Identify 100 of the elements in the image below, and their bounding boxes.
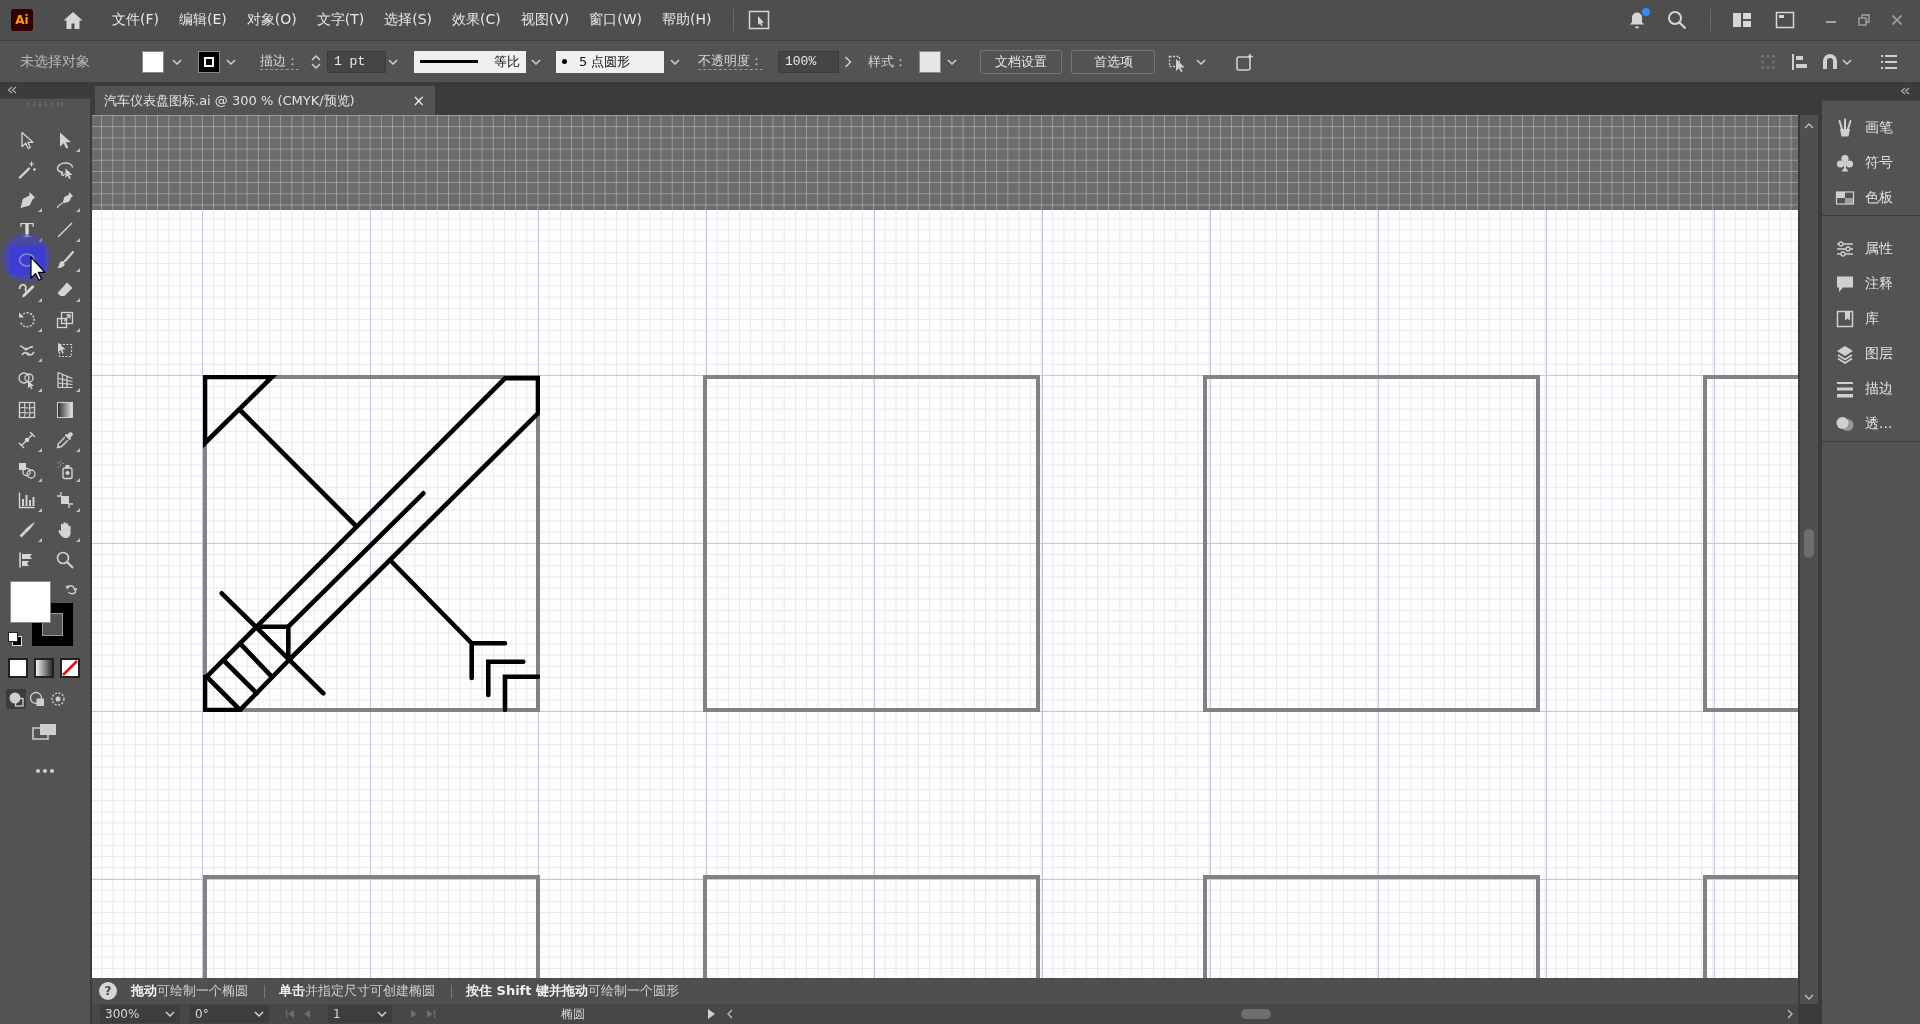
- magic-wand-icon: [17, 160, 37, 180]
- menu-item[interactable]: 文件(F): [102, 6, 169, 34]
- recolor-icon[interactable]: [1235, 51, 1255, 72]
- eyedropper-icon: [55, 430, 75, 450]
- align-left-icon[interactable]: [1790, 51, 1810, 72]
- menu-item[interactable]: 文字(T): [306, 6, 375, 34]
- selection-status: 未选择对象: [20, 52, 90, 71]
- stroke-line-icon: [420, 60, 478, 63]
- draw-normal-button[interactable]: [6, 689, 26, 709]
- rotation-field[interactable]: 0°: [190, 1005, 269, 1023]
- zoom-icon: [55, 550, 75, 570]
- collapse-arrows-icon[interactable]: [7, 86, 17, 94]
- scale-icon: [55, 310, 75, 330]
- spinner-arrows-icon[interactable]: [310, 52, 322, 71]
- scroll-up-icon[interactable]: [1804, 123, 1814, 129]
- artboard-icon: [55, 490, 75, 510]
- caret-icon[interactable]: [172, 58, 182, 65]
- search-icon[interactable]: [1667, 10, 1687, 30]
- menu-item[interactable]: 对象(O): [236, 6, 307, 34]
- panel-layout-icon[interactable]: [1775, 10, 1795, 30]
- panel-button[interactable]: 属性: [1822, 231, 1920, 266]
- column-graph-icon: [17, 490, 37, 510]
- panel-button[interactable]: 图层: [1822, 336, 1920, 371]
- caret-icon[interactable]: [165, 1011, 175, 1017]
- menu-item[interactable]: 选择(S): [374, 6, 442, 34]
- panel-button[interactable]: 描边: [1822, 371, 1920, 406]
- draw-behind-button[interactable]: [27, 689, 47, 709]
- chevron-right-icon[interactable]: [844, 55, 852, 68]
- none-swatch-icon[interactable]: [60, 658, 80, 678]
- menu-item[interactable]: 窗口(W): [579, 6, 652, 34]
- panel-button[interactable]: 库: [1822, 301, 1920, 336]
- gradient-icon: [55, 400, 75, 420]
- shape-builder-icon: [17, 370, 37, 390]
- width-handle-icon: [17, 430, 37, 450]
- solid-color-icon[interactable]: [8, 658, 28, 678]
- opacity-field[interactable]: 100%: [778, 50, 839, 73]
- vertical-scrollbar[interactable]: [1800, 115, 1818, 1004]
- artboard-field[interactable]: 1: [328, 1005, 392, 1023]
- paintbrush-icon: [55, 250, 75, 270]
- panel-button[interactable]: 色板: [1822, 180, 1920, 215]
- zoom-field[interactable]: 300%: [100, 1005, 180, 1023]
- panel-button[interactable]: 画笔: [1822, 110, 1920, 145]
- swap-arrows-icon[interactable]: [65, 583, 78, 596]
- ellipse-icon: [17, 250, 37, 270]
- caret-icon[interactable]: [670, 58, 680, 65]
- more-dots-icon[interactable]: [36, 769, 54, 773]
- lasso-icon: [55, 160, 75, 180]
- line-segment-icon: [55, 220, 75, 240]
- caret-icon[interactable]: [1842, 58, 1852, 65]
- caret-icon[interactable]: [388, 58, 398, 65]
- bell-icon[interactable]: [1627, 10, 1647, 30]
- collapse-arrows-icon[interactable]: [1900, 87, 1910, 95]
- menu-item[interactable]: 帮助(H): [652, 6, 722, 34]
- panel-button[interactable]: 透...: [1822, 406, 1920, 441]
- menu-item[interactable]: 编辑(E): [169, 6, 237, 34]
- caret-icon[interactable]: [531, 58, 541, 65]
- close-icon[interactable]: [1891, 14, 1903, 26]
- opacity-label: 不透明度：: [698, 53, 763, 70]
- restore-icon[interactable]: [1858, 14, 1870, 26]
- triangle-arrow-icon[interactable]: [707, 1009, 715, 1019]
- fill-swatch-icon[interactable]: [10, 581, 51, 623]
- club-icon: [1835, 152, 1855, 173]
- symbol-sprayer-icon: [55, 460, 75, 480]
- panel-button[interactable]: 符号: [1822, 145, 1920, 180]
- brush-dropdown[interactable]: 5 点圆形: [556, 50, 664, 73]
- type-tool-button[interactable]: T: [9, 215, 45, 245]
- menu-item[interactable]: 效果(C): [442, 6, 511, 34]
- preferences-button[interactable]: 首选项: [1071, 49, 1155, 74]
- draw-normal-icon: [8, 691, 24, 707]
- close-tab-button[interactable]: ×: [412, 91, 425, 110]
- screen-mode-icon[interactable]: [32, 722, 58, 742]
- panel-button[interactable]: 注释: [1822, 266, 1920, 301]
- scroll-thumb[interactable]: [1804, 529, 1814, 558]
- stroke-weight-field[interactable]: 1 pt: [327, 50, 386, 73]
- draw-inside-button[interactable]: [48, 689, 68, 709]
- caret-icon[interactable]: [254, 1011, 264, 1017]
- caret-icon[interactable]: [1196, 58, 1206, 65]
- caret-icon[interactable]: [226, 58, 236, 65]
- default-colors-icon[interactable]: [8, 632, 22, 646]
- caret-icon[interactable]: [947, 58, 957, 65]
- magnet-icon[interactable]: [1820, 51, 1840, 72]
- stroke-profile-dropdown[interactable]: 等比: [414, 50, 526, 73]
- layers-icon: [1835, 343, 1855, 364]
- fill-swatch-icon[interactable]: [142, 50, 164, 73]
- stroke-swatch-icon[interactable]: [198, 50, 220, 73]
- caret-icon[interactable]: [377, 1011, 387, 1017]
- scroll-thumb[interactable]: [1241, 1009, 1271, 1019]
- document-tab[interactable]: 汽车仪表盘图标.ai @ 300 % (CMYK/预览) ×: [95, 86, 435, 115]
- document-setup-button[interactable]: 文档设置: [980, 49, 1062, 74]
- frame-pointer-icon[interactable]: [748, 10, 771, 30]
- scroll-right-icon[interactable]: [1787, 1009, 1793, 1019]
- app-logo[interactable]: Ai: [11, 9, 33, 31]
- home-icon[interactable]: [62, 10, 84, 30]
- style-swatch-icon[interactable]: [919, 50, 941, 73]
- help-button[interactable]: ?: [99, 982, 117, 1000]
- scroll-down-icon[interactable]: [1804, 994, 1814, 1000]
- menu-item[interactable]: 视图(V): [510, 6, 580, 34]
- gradient-swatch-icon[interactable]: [34, 658, 54, 678]
- scroll-left-icon[interactable]: [727, 1009, 733, 1019]
- workspace-grid-icon[interactable]: [1732, 10, 1752, 30]
